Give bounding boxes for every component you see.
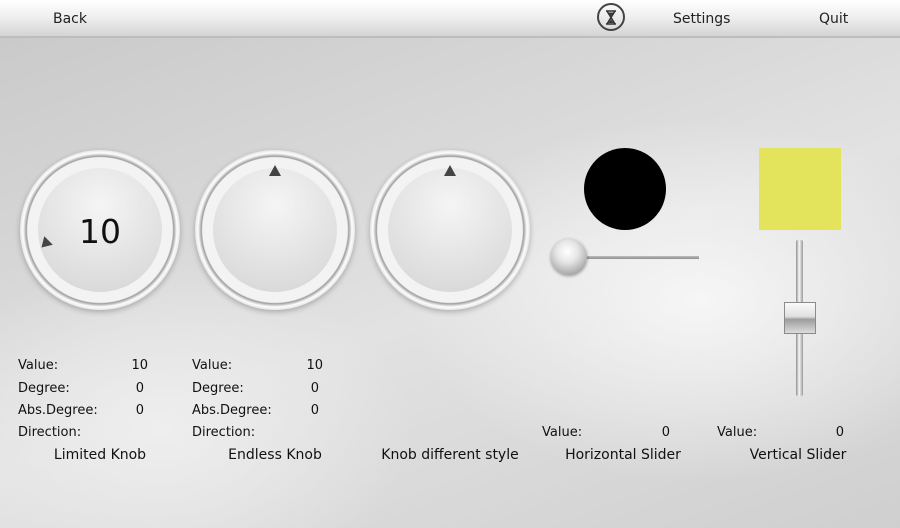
styled-knob-caption: Knob different style bbox=[381, 447, 519, 463]
styled-knob[interactable] bbox=[370, 150, 530, 310]
endless-value: 10 bbox=[306, 358, 323, 373]
top-toolbar: Back Settings Quit bbox=[0, 0, 900, 38]
endless-knob-pointer-icon bbox=[269, 165, 281, 176]
horizontal-value-label: Value: bbox=[542, 425, 583, 440]
back-button[interactable]: Back bbox=[53, 11, 87, 27]
limited-direction-label: Direction: bbox=[18, 425, 82, 440]
vertical-slider-thumb[interactable] bbox=[784, 302, 816, 334]
limited-value: 10 bbox=[131, 358, 148, 373]
quit-button[interactable]: Quit bbox=[819, 11, 848, 27]
vertical-value: 0 bbox=[835, 425, 844, 440]
vertical-value-label: Value: bbox=[717, 425, 758, 440]
vertical-slider-caption: Vertical Slider bbox=[749, 447, 847, 463]
hourglass-icon[interactable] bbox=[597, 3, 625, 31]
endless-degree: 0 bbox=[310, 381, 319, 396]
styled-knob-face bbox=[388, 168, 512, 292]
limited-degree: 0 bbox=[135, 381, 144, 396]
endless-knob-face bbox=[213, 168, 337, 292]
limited-value-label: Value: bbox=[18, 358, 59, 373]
styled-knob-pointer-icon bbox=[444, 165, 456, 176]
limited-knob[interactable]: 10 bbox=[20, 150, 180, 310]
endless-value-label: Value: bbox=[192, 358, 233, 373]
endless-knob[interactable] bbox=[195, 150, 355, 310]
limited-abs-degree: 0 bbox=[135, 403, 144, 418]
settings-button[interactable]: Settings bbox=[673, 11, 730, 27]
horizontal-slider-caption: Horizontal Slider bbox=[565, 447, 681, 463]
limited-degree-label: Degree: bbox=[18, 381, 70, 396]
limited-abs-degree-label: Abs.Degree: bbox=[18, 403, 98, 418]
endless-abs-degree: 0 bbox=[310, 403, 319, 418]
endless-abs-degree-label: Abs.Degree: bbox=[192, 403, 272, 418]
horizontal-value: 0 bbox=[661, 425, 670, 440]
horizontal-slider-indicator bbox=[584, 148, 666, 230]
endless-knob-caption: Endless Knob bbox=[228, 447, 322, 463]
endless-degree-label: Degree: bbox=[192, 381, 244, 396]
horizontal-slider-thumb[interactable] bbox=[551, 239, 587, 275]
endless-direction-label: Direction: bbox=[192, 425, 256, 440]
limited-knob-caption: Limited Knob bbox=[53, 447, 147, 463]
vertical-slider-indicator bbox=[759, 148, 841, 230]
